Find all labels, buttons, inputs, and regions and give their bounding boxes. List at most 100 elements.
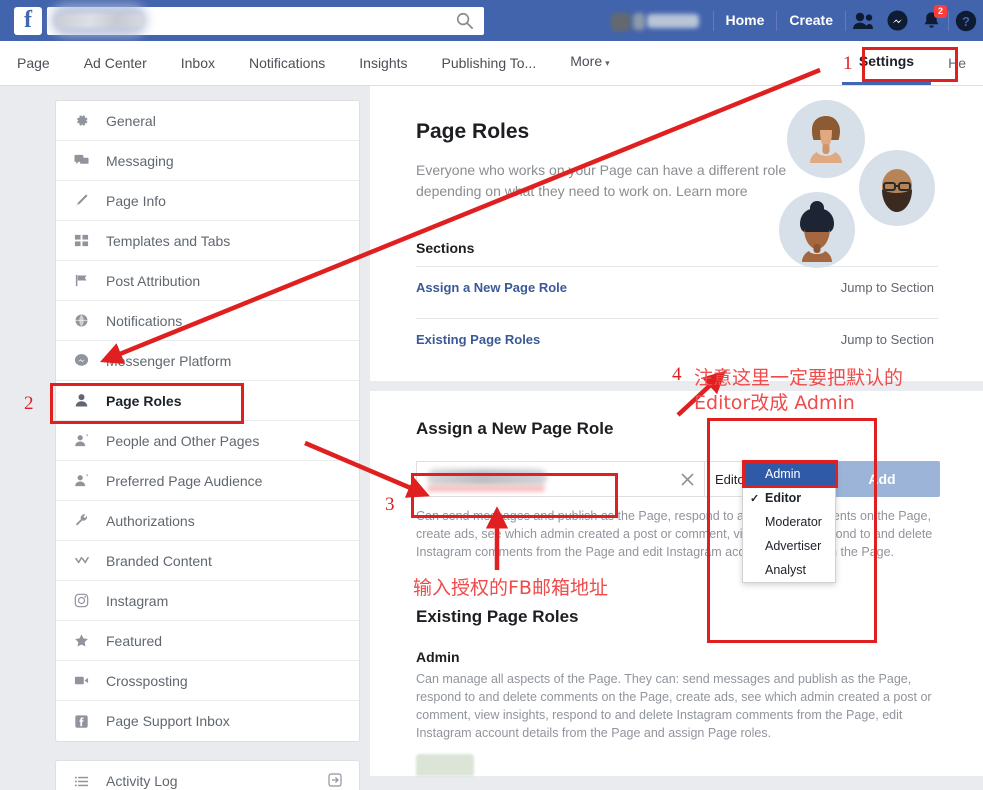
list-icon bbox=[74, 774, 94, 789]
sidebar-item-activity-log[interactable]: Activity Log bbox=[56, 761, 359, 790]
messenger-button[interactable] bbox=[880, 0, 914, 41]
svg-text:*: * bbox=[86, 434, 89, 441]
section-link-existing-page-roles[interactable]: Existing Page Roles bbox=[416, 332, 540, 347]
role-option-analyst[interactable]: Analyst bbox=[743, 558, 835, 582]
tab-settings[interactable]: Settings bbox=[841, 40, 932, 85]
sidebar-item-page-info[interactable]: Page Info bbox=[56, 181, 359, 221]
tab-more-label: More bbox=[570, 53, 603, 69]
settings-sidebar-footer: Activity Log bbox=[55, 760, 360, 790]
tab-inbox[interactable]: Inbox bbox=[164, 42, 232, 85]
role-option-editor[interactable]: ✓ Editor bbox=[743, 486, 835, 510]
tab-page[interactable]: Page bbox=[0, 42, 67, 85]
annotation-step-2: 2 bbox=[24, 393, 34, 414]
role-dropdown-menu[interactable]: Admin ✓ Editor Moderator Advertiser Anal… bbox=[742, 461, 836, 583]
topbar-right-cluster: Home Create 2 ? bbox=[610, 0, 983, 41]
flag-icon bbox=[74, 273, 94, 288]
sidebar-item-preferred-page-audience[interactable]: * Preferred Page Audience bbox=[56, 461, 359, 501]
help-button[interactable]: ? bbox=[949, 0, 983, 41]
avatar bbox=[779, 192, 855, 268]
tab-help[interactable]: He bbox=[931, 42, 983, 85]
sidebar-item-label: Branded Content bbox=[106, 552, 212, 569]
sidebar-item-general[interactable]: General bbox=[56, 101, 359, 141]
check-icon: ✓ bbox=[750, 492, 760, 505]
sidebar-item-authorizations[interactable]: Authorizations bbox=[56, 501, 359, 541]
chevron-down-icon: ▾ bbox=[605, 58, 610, 68]
sidebar-item-label: Templates and Tabs bbox=[106, 232, 231, 249]
tab-more[interactable]: More ▾ bbox=[553, 40, 626, 85]
page-roles-hero: Page Roles Everyone who works on your Pa… bbox=[370, 86, 983, 381]
sidebar-item-label: Notifications bbox=[106, 312, 183, 329]
person-name-value-redacted bbox=[427, 469, 547, 486]
pencil-icon bbox=[74, 193, 94, 208]
sidebar-item-label: Crossposting bbox=[106, 672, 188, 689]
add-button[interactable]: Add bbox=[824, 461, 940, 497]
existing-role-name: Admin bbox=[416, 649, 460, 665]
facebook-logo-icon[interactable]: f bbox=[14, 6, 42, 35]
sidebar-item-messenger-platform[interactable]: Messenger Platform bbox=[56, 341, 359, 381]
home-link[interactable]: Home bbox=[714, 0, 777, 41]
role-option-advertiser[interactable]: Advertiser bbox=[743, 534, 835, 558]
clear-input-button[interactable] bbox=[670, 461, 704, 497]
assign-new-page-role-section: Assign a New Page Role Editor Add Can se… bbox=[370, 391, 983, 561]
notifications-button[interactable]: 2 bbox=[914, 0, 948, 41]
jump-to-section-assign[interactable]: Jump to Section bbox=[841, 280, 934, 295]
tab-insights[interactable]: Insights bbox=[342, 42, 424, 85]
tab-notifications[interactable]: Notifications bbox=[232, 42, 342, 85]
friend-requests-button[interactable] bbox=[846, 0, 880, 41]
sidebar-item-branded-content[interactable]: Branded Content bbox=[56, 541, 359, 581]
jump-to-section-existing[interactable]: Jump to Section bbox=[841, 332, 934, 347]
sidebar-item-label: Messaging bbox=[106, 152, 174, 169]
search-value-redacted bbox=[55, 13, 143, 28]
role-option-label: Admin bbox=[765, 467, 801, 481]
learn-more-link[interactable]: Learn more bbox=[676, 183, 748, 199]
search-icon bbox=[456, 12, 474, 29]
role-option-admin[interactable]: Admin bbox=[743, 462, 835, 486]
create-link[interactable]: Create bbox=[777, 0, 845, 41]
svg-text:*: * bbox=[86, 474, 89, 481]
grid-squares-icon bbox=[74, 233, 94, 248]
sidebar-item-messaging[interactable]: Messaging bbox=[56, 141, 359, 181]
messenger-bubble-icon bbox=[74, 353, 94, 368]
svg-text:?: ? bbox=[962, 14, 970, 29]
avatar bbox=[787, 100, 865, 178]
sidebar-item-crossposting[interactable]: Crossposting bbox=[56, 661, 359, 701]
existing-role-description: Can manage all aspects of the Page. They… bbox=[416, 672, 932, 740]
sidebar-item-label: General bbox=[106, 112, 156, 129]
avatar-person-3 bbox=[800, 201, 834, 262]
video-camera-icon bbox=[74, 673, 94, 688]
sidebar-item-label: Messenger Platform bbox=[106, 352, 232, 369]
existing-role-avatar-redacted bbox=[416, 754, 474, 776]
account-name-redacted[interactable] bbox=[610, 11, 699, 31]
search-input[interactable] bbox=[47, 2, 484, 37]
wrench-icon bbox=[74, 513, 94, 528]
sidebar-item-label: Page Support Inbox bbox=[106, 713, 230, 729]
section-row-existing: Existing Page Roles Jump to Section bbox=[416, 318, 938, 360]
sidebar-item-post-attribution[interactable]: Post Attribution bbox=[56, 261, 359, 301]
sidebar-item-people-and-other-pages[interactable]: * People and Other Pages bbox=[56, 421, 359, 461]
existing-page-roles-section: Existing Page Roles Admin Can manage all… bbox=[370, 561, 983, 776]
facebook-square-icon bbox=[74, 714, 94, 729]
page-description: Everyone who works on your Page can have… bbox=[416, 160, 788, 202]
star-icon bbox=[74, 633, 94, 648]
sidebar-item-page-support-inbox[interactable]: Page Support Inbox bbox=[56, 701, 359, 741]
avatar bbox=[859, 150, 935, 226]
sidebar-item-page-roles[interactable]: Page Roles bbox=[56, 381, 359, 421]
tab-ad-center[interactable]: Ad Center bbox=[67, 42, 164, 85]
sidebar-item-templates-and-tabs[interactable]: Templates and Tabs bbox=[56, 221, 359, 261]
assign-role-form: Editor Add bbox=[416, 461, 940, 497]
sidebar-item-instagram[interactable]: Instagram bbox=[56, 581, 359, 621]
sidebar-item-label: Authorizations bbox=[106, 512, 195, 529]
role-option-moderator[interactable]: Moderator bbox=[743, 510, 835, 534]
section-separator bbox=[370, 381, 983, 391]
section-link-assign-new-page-role[interactable]: Assign a New Page Role bbox=[416, 280, 567, 295]
tab-publishing-tools[interactable]: Publishing To... bbox=[425, 42, 554, 85]
sidebar-item-label: Featured bbox=[106, 632, 163, 649]
person-name-input[interactable] bbox=[416, 461, 670, 497]
selected-role-description: Can send messages and publish as the Pag… bbox=[416, 509, 933, 559]
sidebar-item-notifications[interactable]: Notifications bbox=[56, 301, 359, 341]
settings-sidebar: General Messaging Page Info Templates an… bbox=[55, 100, 360, 742]
sidebar-item-featured[interactable]: Featured bbox=[56, 621, 359, 661]
page-roles-content: Page Roles Everyone who works on your Pa… bbox=[370, 86, 983, 776]
person-star-icon: * bbox=[74, 433, 94, 448]
open-external-icon[interactable] bbox=[327, 772, 343, 790]
